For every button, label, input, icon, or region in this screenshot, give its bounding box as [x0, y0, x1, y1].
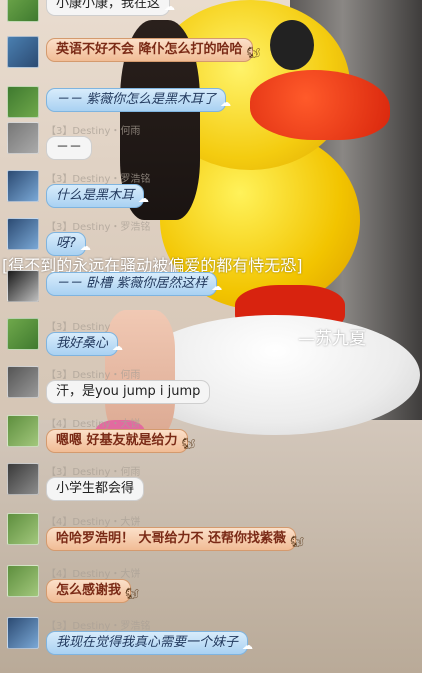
message-bubble[interactable]: 怎么感谢我: [46, 579, 132, 603]
sender-meta: 【3】Destiny・罗浩铭: [46, 174, 151, 185]
sender-meta: 【3】Destiny・何雨: [46, 126, 141, 137]
cloud-icon: ☁: [242, 639, 254, 652]
sender-meta: 【3】Destiny: [46, 322, 111, 333]
sender-meta: 【3】Destiny・何雨: [46, 467, 141, 478]
message-bubble[interactable]: 嗯嗯 好基友就是给力: [46, 429, 188, 453]
avatar[interactable]: [7, 86, 39, 118]
message-bubble[interactable]: －－: [46, 136, 93, 160]
message-bubble[interactable]: 小学生都会得: [46, 477, 145, 501]
avatar[interactable]: [7, 366, 39, 398]
avatar[interactable]: [7, 415, 39, 447]
sender-meta: 【4】Destiny・大饼: [46, 517, 141, 528]
cloud-icon: ☁: [112, 340, 124, 353]
message-bubble[interactable]: 哈哈罗浩明！ 大哥给力不 还帮你找紫薇: [46, 527, 297, 551]
message-bubble[interactable]: 英语不好不会 降仆怎么打的哈哈: [46, 38, 253, 62]
cloud-icon: ☁: [164, 0, 176, 13]
sender-meta: 【3】Destiny・罗浩铭: [46, 222, 151, 233]
squirrel-icon: 🐿: [246, 46, 261, 59]
message-bubble[interactable]: 小康小康，我在这: [46, 0, 171, 16]
message-bubble[interactable]: 什么是黑木耳: [46, 184, 145, 208]
avatar[interactable]: [7, 270, 39, 302]
squirrel-icon: 🐿: [290, 535, 305, 548]
avatar[interactable]: [7, 513, 39, 545]
avatar[interactable]: [7, 0, 39, 22]
avatar[interactable]: [7, 565, 39, 597]
sender-meta: 【3】Destiny・罗浩铭: [46, 621, 151, 632]
message-bubble[interactable]: －－ 卧槽 紫薇你居然这样: [46, 272, 218, 296]
message-bubble[interactable]: 我现在觉得我真心需要一个妹子: [46, 631, 249, 655]
avatar[interactable]: [7, 122, 39, 154]
avatar[interactable]: [7, 170, 39, 202]
squirrel-icon: 🐿: [125, 587, 139, 600]
avatar[interactable]: [7, 318, 39, 350]
sender-meta: 【4】Destiny・大饼: [46, 419, 141, 430]
cloud-icon: ☁: [79, 240, 91, 253]
message-bubble[interactable]: 汗，是you jump i jump: [46, 380, 211, 404]
avatar[interactable]: [7, 36, 39, 68]
avatar[interactable]: [7, 617, 39, 649]
message-bubble[interactable]: －－ 紫薇你怎么是黑木耳了: [46, 88, 227, 112]
avatar[interactable]: [7, 463, 39, 495]
avatar[interactable]: [7, 218, 39, 250]
squirrel-icon: 🐿: [181, 437, 196, 450]
message-bubble[interactable]: 我好桑心: [46, 332, 119, 356]
cloud-icon: ☁: [220, 96, 232, 109]
signature-text: —苏九夏: [298, 329, 366, 349]
duck-eye: [270, 20, 314, 70]
sender-meta: 【3】Destiny・何雨: [46, 370, 141, 381]
sender-meta: 【4】Destiny・大饼: [46, 569, 141, 580]
cloud-icon: ☁: [138, 192, 150, 205]
cloud-icon: ☁: [211, 280, 223, 293]
